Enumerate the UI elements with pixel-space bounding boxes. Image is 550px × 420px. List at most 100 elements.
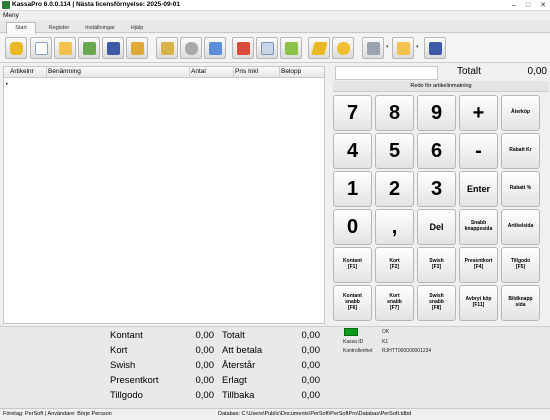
- keypad-key[interactable]: Del: [417, 209, 456, 245]
- ribbon-tabs: Start Register Inställningar Hjälp: [0, 20, 550, 34]
- cart-button[interactable]: [78, 37, 100, 59]
- keypad-key[interactable]: 3: [417, 171, 456, 207]
- print-dropdown-icon[interactable]: ▾: [386, 44, 389, 50]
- database-button[interactable]: [5, 37, 27, 59]
- register-icon: [131, 42, 144, 55]
- export-button[interactable]: [156, 37, 178, 59]
- folder-button[interactable]: [392, 37, 414, 59]
- keypad-key[interactable]: 4: [333, 133, 372, 169]
- report-button[interactable]: [204, 37, 226, 59]
- keypad-key[interactable]: ,: [375, 209, 414, 245]
- open-button[interactable]: [54, 37, 76, 59]
- keypad-key[interactable]: 0: [333, 209, 372, 245]
- keypad: 7 8 9 + Återköp 4 5 6- Rabatt Kr 1 2 3 Enter Rabatt %…: [333, 95, 549, 325]
- edit-button[interactable]: [232, 37, 254, 59]
- save-button[interactable]: [102, 37, 124, 59]
- toolbar: ▾ ▾: [0, 34, 550, 63]
- keypad-key[interactable]: Swish [F3]: [417, 247, 456, 283]
- database-icon: [10, 42, 23, 55]
- copy-receipt-button[interactable]: [332, 37, 354, 59]
- coins-button[interactable]: [180, 37, 202, 59]
- payment-label: Totalt: [222, 330, 245, 341]
- keypad-key[interactable]: Rabatt %: [501, 171, 540, 207]
- keypad-key[interactable]: Tillgodo [F5]: [501, 247, 540, 283]
- column-divider[interactable]: [279, 67, 280, 78]
- invoice-button[interactable]: [280, 37, 302, 59]
- payment-value: 0,00: [195, 360, 215, 371]
- menu-button[interactable]: Meny: [3, 12, 19, 19]
- keypad-key[interactable]: 2: [375, 171, 414, 207]
- close-button[interactable]: ✕: [540, 0, 546, 11]
- receipt-button[interactable]: [308, 37, 330, 59]
- maximize-button[interactable]: □: [526, 0, 530, 11]
- payment-label: Att betala: [222, 345, 263, 356]
- keypad-key[interactable]: Kontant [F1]: [333, 247, 372, 283]
- barcode-input[interactable]: [335, 66, 438, 80]
- column-benamning[interactable]: Benämning: [48, 68, 81, 75]
- tab-settings[interactable]: Inställningar: [80, 23, 120, 33]
- payment-value: 0,00: [301, 330, 321, 341]
- settings-icon: [261, 42, 274, 55]
- keypad-key[interactable]: 9: [417, 95, 456, 131]
- keypad-key[interactable]: 8: [375, 95, 414, 131]
- new-button[interactable]: [30, 37, 52, 59]
- printer-icon: [367, 42, 380, 55]
- save-icon: [107, 42, 120, 55]
- column-artikelnr[interactable]: Artikelnr: [10, 68, 34, 75]
- column-divider[interactable]: [46, 67, 47, 78]
- exit-button[interactable]: [424, 37, 446, 59]
- item-table[interactable]: Artikelnr Benämning Antal Pris Inkl Belo…: [3, 66, 325, 324]
- total-label: Totalt: [457, 66, 481, 77]
- keypad-key[interactable]: Kort snabb [F7]: [375, 285, 414, 321]
- keypad-key[interactable]: Snabb knappssida: [459, 209, 498, 245]
- keypad-key[interactable]: Återköp: [501, 95, 540, 131]
- minimize-button[interactable]: –: [512, 0, 516, 11]
- column-pris-inkl[interactable]: Pris Inkl: [235, 68, 258, 75]
- column-antal[interactable]: Antal: [191, 68, 206, 75]
- payment-value: 0,00: [301, 345, 321, 356]
- payment-label: Tillbaka: [222, 390, 255, 401]
- column-belopp[interactable]: Belopp: [281, 68, 301, 75]
- keypad-key[interactable]: Bildknapp sida: [501, 285, 540, 321]
- status-message: Redo för artikelinmatning: [333, 81, 549, 92]
- settings-button[interactable]: [256, 37, 278, 59]
- keypad-key[interactable]: +: [459, 95, 498, 131]
- keypad-key[interactable]: Kort [F2]: [375, 247, 414, 283]
- tab-register[interactable]: Register: [42, 23, 76, 33]
- column-divider[interactable]: [189, 67, 190, 78]
- folder-open-icon: [397, 42, 410, 55]
- kassa-id-value: K1: [382, 339, 389, 345]
- keypad-key[interactable]: Rabatt Kr: [501, 133, 540, 169]
- keypad-key[interactable]: 1: [333, 171, 372, 207]
- payment-value: 0,00: [195, 345, 215, 356]
- keypad-key[interactable]: Swish snabb [F8]: [417, 285, 456, 321]
- keypad-key[interactable]: Presentkort [F4]: [459, 247, 498, 283]
- database-path: Databas: C:\Users\Public\Documents\PerSo…: [218, 411, 412, 417]
- keypad-key[interactable]: Avbryt köp [F11]: [459, 285, 498, 321]
- coins-icon: [185, 42, 198, 55]
- report-icon: [209, 42, 222, 55]
- invoice-icon: [285, 42, 298, 55]
- new-document-icon: [35, 42, 48, 55]
- control-unit-label: Kontrollenhet: [343, 348, 373, 354]
- print-button[interactable]: [362, 37, 384, 59]
- control-unit-status-indicator: [344, 328, 358, 336]
- keypad-key[interactable]: Enter: [459, 171, 498, 207]
- keypad-key[interactable]: Kontant snabb [F6]: [333, 285, 372, 321]
- keypad-key[interactable]: 7: [333, 95, 372, 131]
- payment-value: 0,00: [301, 360, 321, 371]
- app-logo-icon: [2, 1, 10, 9]
- keypad-key[interactable]: -: [459, 133, 498, 169]
- register-button[interactable]: [126, 37, 148, 59]
- payment-label: Swish: [110, 360, 136, 371]
- tab-start[interactable]: Start: [6, 22, 36, 34]
- keypad-key[interactable]: 6: [417, 133, 456, 169]
- folder-dropdown-icon[interactable]: ▾: [416, 44, 419, 50]
- payment-label: Kort: [110, 345, 128, 356]
- payment-value: 0,00: [195, 375, 215, 386]
- tab-help[interactable]: Hjälp: [124, 23, 150, 33]
- keypad-key[interactable]: 5: [375, 133, 414, 169]
- keypad-key[interactable]: Artikelsida: [501, 209, 540, 245]
- payment-label: Erlagt: [222, 375, 247, 386]
- column-divider[interactable]: [233, 67, 234, 78]
